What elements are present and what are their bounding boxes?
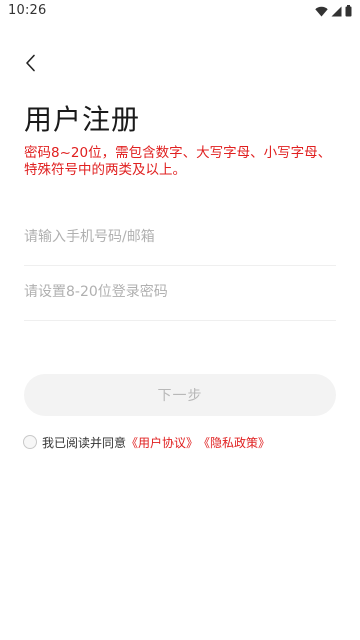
phone-email-input[interactable] <box>24 225 336 249</box>
password-field <box>24 265 336 321</box>
chevron-left-icon <box>24 54 38 76</box>
agreement-row: 我已阅读并同意 《用户协议》 《隐私政策》 <box>23 433 270 451</box>
password-input[interactable] <box>24 280 336 304</box>
user-agreement-link[interactable]: 《用户协议》 <box>126 434 198 451</box>
status-time: 10:26 <box>8 3 47 18</box>
page-title: 用户注册 <box>24 103 141 136</box>
agree-checkbox[interactable] <box>23 435 37 449</box>
agreement-prefix: 我已阅读并同意 <box>42 435 127 450</box>
signal-icon <box>331 6 342 17</box>
battery-icon <box>345 5 352 17</box>
privacy-policy-link[interactable]: 《隐私政策》 <box>198 434 270 451</box>
wifi-icon <box>315 6 328 17</box>
phone-email-field <box>24 210 336 266</box>
password-hint: 密码8~20位，需包含数字、大写字母、小写字母、特殊符号中的两类及以上。 <box>24 145 332 178</box>
status-bar: 10:26 <box>0 0 360 24</box>
back-button[interactable] <box>16 50 46 80</box>
next-step-button[interactable]: 下一步 <box>24 374 336 416</box>
status-icons <box>315 4 352 18</box>
